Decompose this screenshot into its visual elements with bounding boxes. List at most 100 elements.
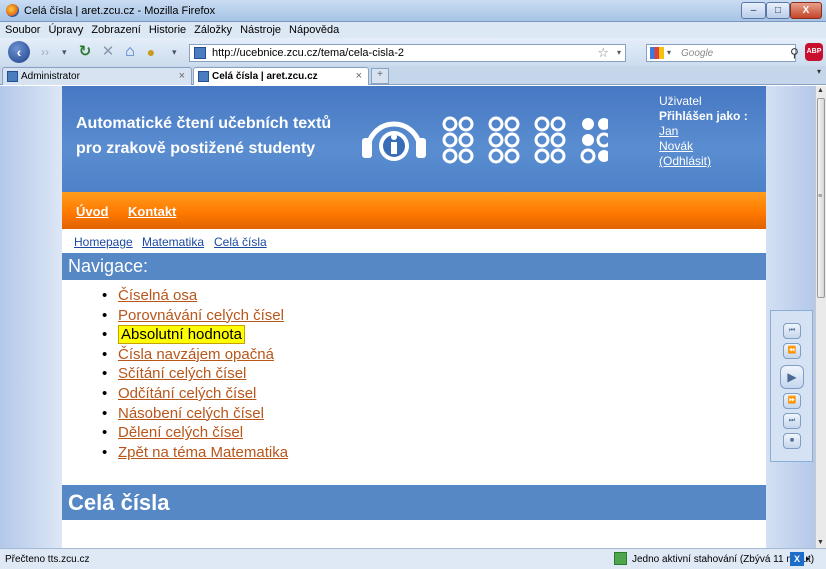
list-item: Odčítání celých čísel xyxy=(98,384,288,404)
nav-item-deleni[interactable]: Dělení celých čísel xyxy=(118,424,243,441)
breadcrumb-matematika[interactable]: Matematika xyxy=(142,235,204,249)
tab-favicon-icon xyxy=(198,71,209,82)
close-button[interactable]: X xyxy=(790,2,822,19)
google-icon[interactable] xyxy=(650,47,664,59)
web-page: Automatické čtení učebních textů pro zra… xyxy=(62,86,766,548)
breadcrumb-homepage[interactable]: Homepage xyxy=(74,235,133,249)
search-engine-dropdown-icon[interactable]: ▾ xyxy=(667,48,671,57)
status-text: Přečteno tts.zcu.cz xyxy=(5,554,90,565)
scroll-down-icon[interactable]: ▼ xyxy=(817,539,824,546)
menu-zalozky[interactable]: Záložky xyxy=(190,22,236,36)
back-arrow-icon: ‹ xyxy=(16,44,22,60)
stop-playback-button[interactable]: ■ xyxy=(783,433,801,449)
xmarks-icon[interactable]: X xyxy=(790,552,804,566)
rewind-button[interactable]: ⏪ xyxy=(783,343,801,359)
url-bar[interactable]: http://ucebnice.zcu.cz/tema/cela-cisla-2… xyxy=(189,44,626,62)
page-viewport: Automatické čtení učebních textů pro zra… xyxy=(0,86,815,548)
user-first-name-link[interactable]: Jan xyxy=(659,124,748,139)
nav-item-odcitani[interactable]: Odčítání celých čísel xyxy=(118,385,256,402)
xmarks-dropdown-icon[interactable]: ▸ xyxy=(806,554,810,563)
url-dropdown-icon[interactable]: ▾ xyxy=(617,48,621,57)
tab-cela-cisla[interactable]: Celá čísla | aret.zcu.cz × xyxy=(193,67,369,85)
logout-link[interactable]: (Odhlásit) xyxy=(659,154,748,169)
toolbar-dropdown-icon[interactable]: ▾ xyxy=(172,47,177,58)
tagline-line-1: Automatické čtení učebních textů xyxy=(76,115,332,132)
window-title: Celá čísla | aret.zcu.cz - Mozilla Firef… xyxy=(24,5,216,17)
pin-icon: ● xyxy=(146,44,156,60)
maximize-button[interactable]: □ xyxy=(766,2,790,19)
nav-item-porovnavani[interactable]: Porovnávání celých čísel xyxy=(118,307,284,324)
window-titlebar: Celá čísla | aret.zcu.cz - Mozilla Firef… xyxy=(0,0,826,22)
download-icon[interactable] xyxy=(614,552,627,565)
tts-player: ⏮ ⏪ ▶ ⏩ ⏭ ■ xyxy=(770,310,813,462)
site-tagline: Automatické čtení učebních textů pro zra… xyxy=(76,111,331,161)
status-bar: Přečteno tts.zcu.cz Jedno aktivní stahov… xyxy=(0,548,826,569)
close-tab-icon[interactable]: × xyxy=(356,70,362,82)
tagline-line-2: pro zrakově postižené studenty xyxy=(76,140,316,157)
first-button[interactable]: ⏮ xyxy=(783,323,801,339)
aret-logo-icon xyxy=(362,116,608,164)
nav-item-zpet[interactable]: Zpět na téma Matematika xyxy=(118,444,288,461)
logged-in-label: Přihlášen jako : xyxy=(659,109,748,123)
list-item: Čísla navzájem opačná xyxy=(98,345,288,365)
list-item-highlighted: Absolutní hodnota xyxy=(98,325,288,345)
nav-item-opacna[interactable]: Čísla navzájem opačná xyxy=(118,346,274,363)
minimize-button[interactable]: – xyxy=(741,2,766,19)
home-button[interactable]: ⌂ xyxy=(121,41,139,63)
breadcrumb-cela-cisla[interactable]: Celá čísla xyxy=(214,235,267,249)
adblock-icon[interactable]: ABP xyxy=(805,43,823,61)
menu-nastroje[interactable]: Nástroje xyxy=(236,22,285,36)
tab-label: Administrator xyxy=(21,71,80,82)
nav-kontakt-link[interactable]: Kontakt xyxy=(128,204,176,219)
site-header: Automatické čtení učebních textů pro zra… xyxy=(62,86,766,192)
fast-forward-button[interactable]: ⏩ xyxy=(783,393,801,409)
user-box: Uživatel Přihlášen jako : Jan Novák (Odh… xyxy=(659,94,748,169)
menu-upravy[interactable]: Úpravy xyxy=(44,22,87,36)
tab-list-dropdown-icon[interactable]: ▾ xyxy=(817,67,826,84)
reload-button[interactable]: ↻ xyxy=(76,41,94,63)
top-navigation: Úvod Kontakt xyxy=(62,192,766,229)
firefox-icon xyxy=(6,4,19,17)
vertical-scrollbar[interactable]: ▲ ≡ ▼ xyxy=(815,86,826,548)
nav-item-scitani[interactable]: Sčítání celých čísel xyxy=(118,365,246,382)
breadcrumb: Homepage Matematika Celá čísla xyxy=(62,229,766,253)
url-text[interactable]: http://ucebnice.zcu.cz/tema/cela-cisla-2 xyxy=(212,47,404,59)
menu-zobrazeni[interactable]: Zobrazení xyxy=(87,22,145,36)
reload-icon: ↻ xyxy=(78,43,92,60)
nav-uvod-link[interactable]: Úvod xyxy=(76,204,109,219)
forward-button[interactable]: ›› xyxy=(30,41,60,63)
nav-item-nasobeni[interactable]: Násobení celých čísel xyxy=(118,405,264,422)
home-icon: ⌂ xyxy=(125,43,135,60)
new-tab-button[interactable]: + xyxy=(371,68,389,84)
nav-item-absolutni-hodnota[interactable]: Absolutní hodnota xyxy=(118,325,245,345)
tab-administrator[interactable]: Administrator × xyxy=(2,67,192,85)
back-button[interactable]: ‹ xyxy=(8,41,30,63)
menu-napoveda[interactable]: Nápověda xyxy=(285,22,343,36)
menu-soubor[interactable]: Soubor xyxy=(0,22,44,36)
play-button[interactable]: ▶ xyxy=(780,365,804,389)
download-status[interactable]: Jedno aktivní stahování (Zbývá 11 minut) xyxy=(632,554,814,565)
scroll-up-icon[interactable]: ▲ xyxy=(817,87,824,94)
tab-bar: Administrator × Celá čísla | aret.zcu.cz… xyxy=(0,66,826,85)
last-button[interactable]: ⏭ xyxy=(783,413,801,429)
search-bar[interactable]: ▾ Google xyxy=(646,44,796,62)
nav-item-ciselna-osa[interactable]: Číselná osa xyxy=(118,287,197,304)
history-dropdown-icon[interactable]: ▾ xyxy=(62,47,67,58)
stop-icon: ✕ xyxy=(101,43,115,60)
navigation-toolbar: ‹ ›› ▾ ↻ ✕ ⌂ ● ▾ http://ucebnice.zcu.cz/… xyxy=(0,38,826,66)
bookmark-tool-button[interactable]: ● xyxy=(142,41,160,63)
bookmark-star-icon[interactable]: ☆ xyxy=(597,45,609,61)
menu-bar: Soubor Úpravy Zobrazení Historie Záložky Nást… xyxy=(0,22,826,38)
close-tab-icon[interactable]: × xyxy=(179,70,185,82)
search-icon[interactable]: ⚲ xyxy=(790,46,799,60)
site-favicon-icon xyxy=(194,47,206,59)
search-input[interactable]: Google xyxy=(681,48,713,59)
menu-historie[interactable]: Historie xyxy=(145,22,190,36)
user-last-name-link[interactable]: Novák xyxy=(659,139,748,154)
list-item: Porovnávání celých čísel xyxy=(98,306,288,326)
tab-label: Celá čísla | aret.zcu.cz xyxy=(212,71,318,82)
forward-arrow-icon: ›› xyxy=(41,45,49,59)
navigation-heading: Navigace: xyxy=(62,253,766,280)
stop-button[interactable]: ✕ xyxy=(99,41,117,63)
tab-favicon-icon xyxy=(7,71,18,82)
